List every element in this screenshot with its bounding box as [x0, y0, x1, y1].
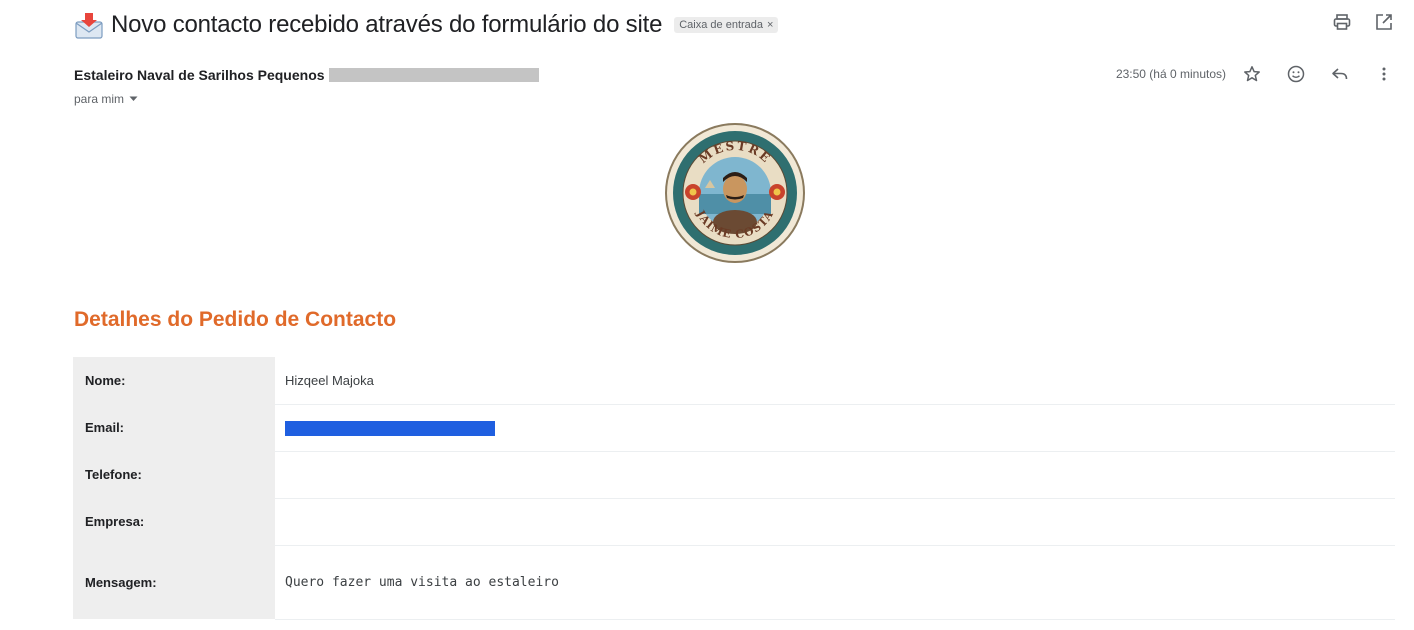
- table-row: Empresa:: [73, 498, 1395, 546]
- field-value-empresa: [275, 498, 1395, 546]
- table-row: Nome: Hizqeel Majoka: [73, 357, 1395, 405]
- field-value-telefone: [275, 451, 1395, 499]
- remove-label-button[interactable]: ×: [767, 19, 773, 31]
- field-label-nome: Nome:: [73, 357, 275, 404]
- subject-row: Novo contacto recebido através do formul…: [74, 8, 779, 42]
- recipient-row[interactable]: para mim: [74, 92, 138, 106]
- inbox-label-text: Caixa de entrada: [679, 19, 764, 31]
- print-icon[interactable]: [1332, 12, 1352, 32]
- thread-actions: [1332, 12, 1394, 32]
- field-label-email: Email:: [73, 404, 275, 451]
- email-subject: Novo contacto recebido através do formul…: [111, 11, 663, 38]
- star-icon[interactable]: [1242, 64, 1262, 84]
- field-value-nome: Hizqeel Majoka: [275, 357, 1395, 405]
- incoming-envelope-icon: [74, 10, 104, 40]
- sender-row: Estaleiro Naval de Sarilhos Pequenos: [74, 67, 539, 83]
- inbox-label-chip[interactable]: Caixa de entrada ×: [674, 17, 779, 33]
- details-title: Detalhes do Pedido de Contacto: [74, 308, 397, 331]
- message-meta: 23:50 (há 0 minutos): [1116, 64, 1394, 84]
- message-timestamp: 23:50 (há 0 minutos): [1115, 67, 1226, 81]
- sender-name[interactable]: Estaleiro Naval de Sarilhos Pequenos: [74, 67, 325, 83]
- recipient-text: para mim: [74, 92, 125, 106]
- reply-icon[interactable]: [1330, 64, 1350, 84]
- more-vert-icon[interactable]: [1374, 64, 1394, 84]
- table-row: Telefone:: [73, 451, 1395, 499]
- open-in-new-window-icon[interactable]: [1374, 12, 1394, 32]
- email-redaction[interactable]: [285, 420, 495, 436]
- emoji-reaction-icon[interactable]: [1286, 64, 1306, 84]
- field-value-email: [275, 404, 1395, 452]
- field-label-telefone: Telefone:: [73, 451, 275, 498]
- field-value-mensagem: Quero fazer uma visita ao estaleiro: [275, 545, 1395, 620]
- table-row: Mensagem: Quero fazer uma visita ao esta…: [73, 545, 1395, 620]
- field-label-empresa: Empresa:: [73, 498, 275, 545]
- contact-details-table: Nome: Hizqeel Majoka Email: Telefone: Em…: [73, 357, 1395, 620]
- sender-address-redaction: [328, 68, 539, 82]
- table-row: Email:: [73, 404, 1395, 452]
- brand-logo: MESTRE JAIME COSTA: [663, 122, 807, 264]
- chevron-down-icon[interactable]: [129, 96, 138, 102]
- field-label-mensagem: Mensagem:: [73, 545, 275, 619]
